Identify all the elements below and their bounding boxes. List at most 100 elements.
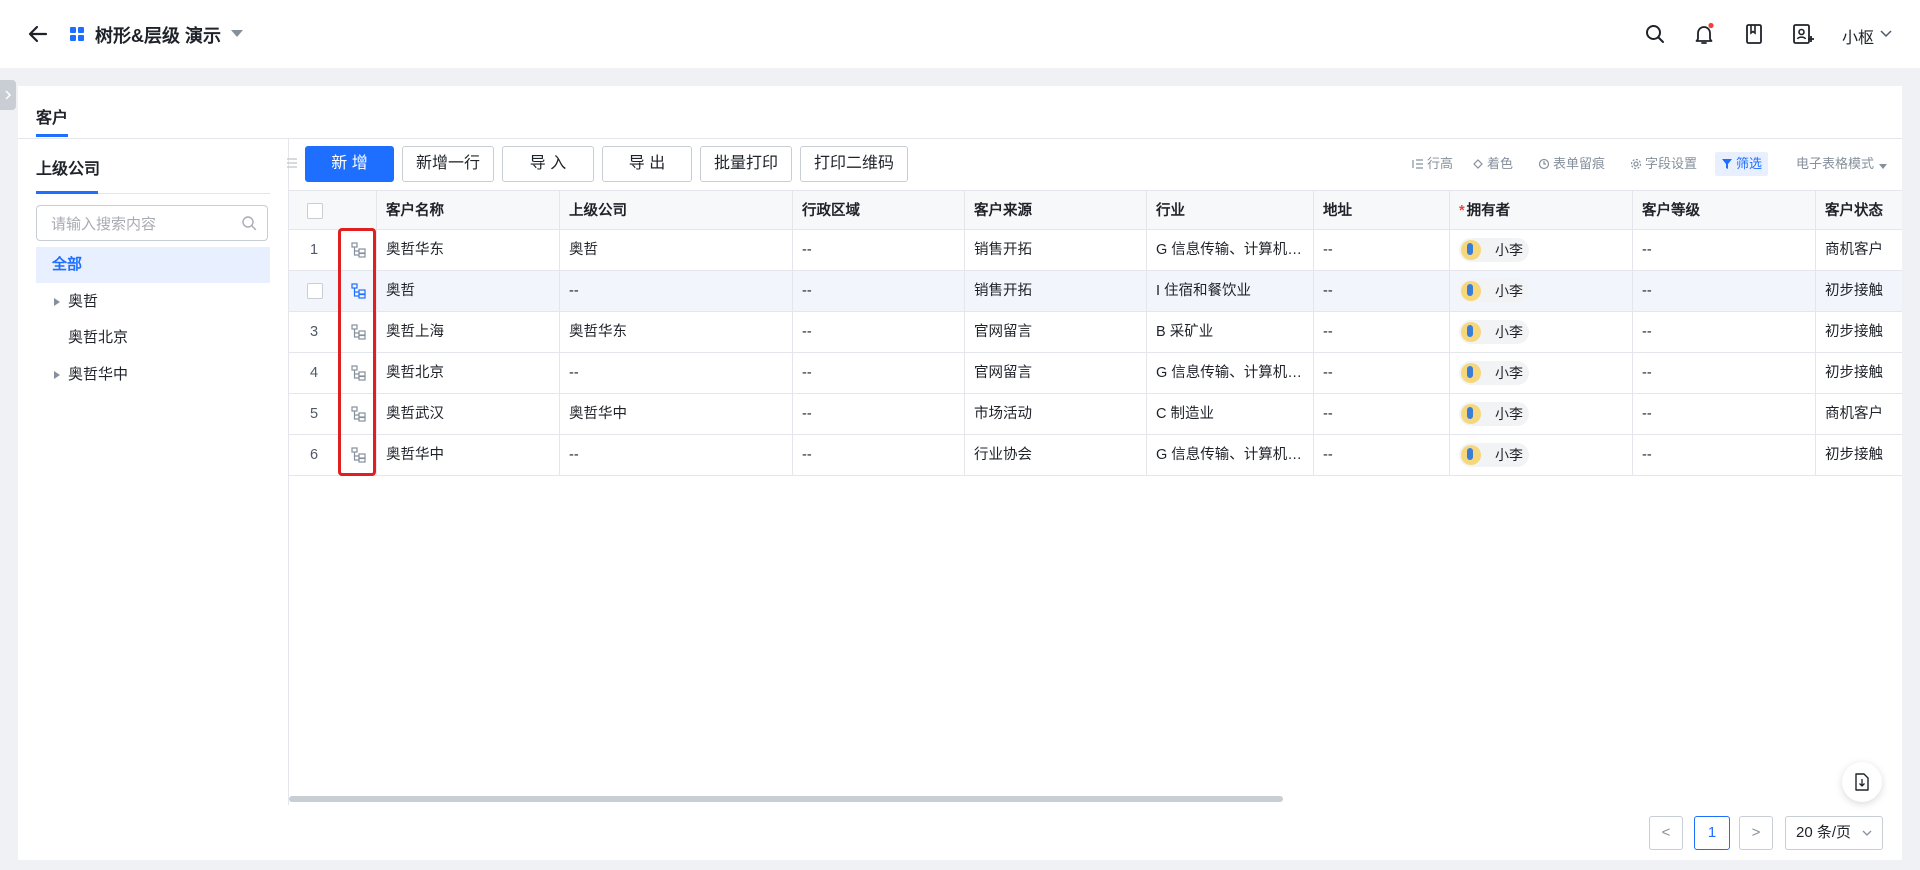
floating-doc-button[interactable] [1842,762,1882,802]
chevron-down-icon[interactable] [1880,30,1892,38]
table-cell-parent[interactable]: -- [560,435,793,476]
table-cell-level[interactable]: -- [1633,394,1816,435]
table-cell-parent[interactable]: 奥哲华中 [560,394,793,435]
table-cell-level[interactable]: -- [1633,230,1816,271]
drag-handle-icon[interactable] [286,156,298,170]
owner-tag[interactable]: 小李 [1459,402,1529,426]
hierarchy-icon[interactable] [351,283,367,299]
table-cell-region[interactable]: -- [793,312,965,353]
table-cell-industry[interactable]: G 信息传输、计算机服务和软件业 [1147,435,1314,476]
table-cell-industry[interactable]: C 制造业 [1147,394,1314,435]
owner-cell[interactable]: 小李 [1450,230,1633,271]
page-1-button[interactable]: 1 [1694,816,1730,850]
print-qrcode-button[interactable]: 打印二维码 [800,146,908,182]
export-button[interactable]: 导 出 [602,146,692,182]
table-cell-status[interactable]: 商机客户 [1816,230,1902,271]
table-cell-industry[interactable]: B 采矿业 [1147,312,1314,353]
tree-item-aozhe[interactable]: 奥哲 [36,284,270,320]
table-row[interactable]: 5 奥哲武汉 奥哲华中 -- 市场活动 C 制造业 -- 小李 -- 商机客户 [289,394,1902,435]
next-page-button[interactable]: > [1739,816,1773,850]
batch-print-button[interactable]: 批量打印 [700,146,792,182]
table-cell-status[interactable]: 初步接触 [1816,312,1902,353]
table-cell-level[interactable]: -- [1633,271,1816,312]
table-cell-parent[interactable]: -- [560,271,793,312]
owner-cell[interactable]: 小李 [1450,394,1633,435]
hierarchy-icon[interactable] [351,324,367,340]
table-cell-level[interactable]: -- [1633,353,1816,394]
table-cell-parent[interactable]: -- [560,353,793,394]
row-checkbox[interactable] [307,283,323,299]
column-header[interactable]: 客户来源 [965,191,1147,231]
column-header[interactable]: 客户状态 [1816,191,1902,231]
table-cell-name[interactable]: 奥哲北京 [377,353,560,394]
column-header[interactable]: 客户等级 [1633,191,1816,231]
add-row-button[interactable]: 新增一行 [402,146,494,182]
import-button[interactable]: 导 入 [502,146,594,182]
table-cell-address[interactable]: -- [1314,353,1450,394]
table-cell-name[interactable]: 奥哲华东 [377,230,560,271]
table-cell-address[interactable]: -- [1314,435,1450,476]
hierarchy-icon[interactable] [351,365,367,381]
table-cell-status[interactable]: 商机客户 [1816,394,1902,435]
hierarchy-icon[interactable] [351,406,367,422]
table-cell-source[interactable]: 官网留言 [965,353,1147,394]
table-cell-address[interactable]: -- [1314,312,1450,353]
table-row[interactable]: 3 奥哲上海 奥哲华东 -- 官网留言 B 采矿业 -- 小李 -- 初步接触 [289,312,1902,353]
caret-right-icon[interactable] [54,371,60,379]
table-cell-industry[interactable]: I 住宿和餐饮业 [1147,271,1314,312]
spreadsheet-mode-select[interactable]: 电子表格模式 [1796,154,1891,174]
owner-cell[interactable]: 小李 [1450,353,1633,394]
sidebar-expand-button[interactable] [0,80,16,110]
table-cell-level[interactable]: -- [1633,435,1816,476]
hierarchy-icon[interactable] [351,242,367,258]
bell-icon[interactable] [1692,22,1716,46]
book-icon[interactable] [1742,22,1766,46]
chevron-down-icon[interactable] [230,28,244,38]
owner-tag[interactable]: 小李 [1459,443,1529,467]
table-cell-region[interactable]: -- [793,271,965,312]
table-row[interactable]: 4奥哲北京----官网留言G 信息传输、计算机服务和软件业--小李--初步接触 [289,353,1902,394]
table-row[interactable]: 1奥哲华东奥哲--销售开拓G 信息传输、计算机服务和软件业--小李--商机客户 [289,230,1902,271]
table-cell-status[interactable]: 初步接触 [1816,271,1902,312]
tree-item-aozhe-beijing[interactable]: 奥哲北京 [36,320,270,356]
horizontal-scrollbar[interactable] [289,796,1283,802]
table-cell-region[interactable]: -- [793,435,965,476]
table-cell-name[interactable]: 奥哲武汉 [377,394,560,435]
table-cell-source[interactable]: 官网留言 [965,312,1147,353]
table-cell-status[interactable]: 初步接触 [1816,435,1902,476]
owner-cell[interactable]: 小李 [1450,271,1633,312]
column-header[interactable]: 行政区域 [793,191,965,231]
column-header-owner[interactable]: * 拥有者 [1450,191,1633,231]
table-cell-region[interactable]: -- [793,230,965,271]
table-cell-address[interactable]: -- [1314,271,1450,312]
form-trace-tool[interactable]: 表单留痕 [1538,154,1605,174]
table-cell-industry[interactable]: G 信息传输、计算机服务和软件业 [1147,353,1314,394]
table-cell-name[interactable]: 奥哲华中 [377,435,560,476]
column-header[interactable]: 地址 [1314,191,1450,231]
page-size-select[interactable]: 20 条/页 [1785,816,1883,850]
hierarchy-icon[interactable] [351,447,367,463]
tree-search-input[interactable] [49,206,233,242]
tab-customers[interactable]: 客户 [36,104,68,128]
table-cell-address[interactable]: -- [1314,394,1450,435]
select-all-checkbox[interactable] [307,203,323,219]
search-icon[interactable] [241,215,257,231]
table-row[interactable]: 6奥哲华中----行业协会G 信息传输、计算机服务和软件业--小李--初步接触 [289,435,1902,476]
table-cell-level[interactable]: -- [1633,312,1816,353]
owner-cell[interactable]: 小李 [1450,312,1633,353]
table-cell-source[interactable]: 销售开拓 [965,230,1147,271]
table-cell-name[interactable]: 奥哲 [377,271,560,312]
back-arrow-icon[interactable] [24,20,52,48]
table-cell-source[interactable]: 行业协会 [965,435,1147,476]
row-height-tool[interactable]: 行高 [1412,154,1453,174]
table-cell-status[interactable]: 初步接触 [1816,353,1902,394]
user-name[interactable]: 小枢 [1842,24,1874,48]
table-cell-parent[interactable]: 奥哲 [560,230,793,271]
table-cell-parent[interactable]: 奥哲华东 [560,312,793,353]
table-cell-region[interactable]: -- [793,353,965,394]
filter-tool[interactable]: 筛选 [1715,152,1769,176]
add-button[interactable]: 新 增 [305,146,394,182]
caret-right-icon[interactable] [54,298,60,306]
owner-cell[interactable]: 小李 [1450,435,1633,476]
owner-tag[interactable]: 小李 [1459,238,1529,262]
